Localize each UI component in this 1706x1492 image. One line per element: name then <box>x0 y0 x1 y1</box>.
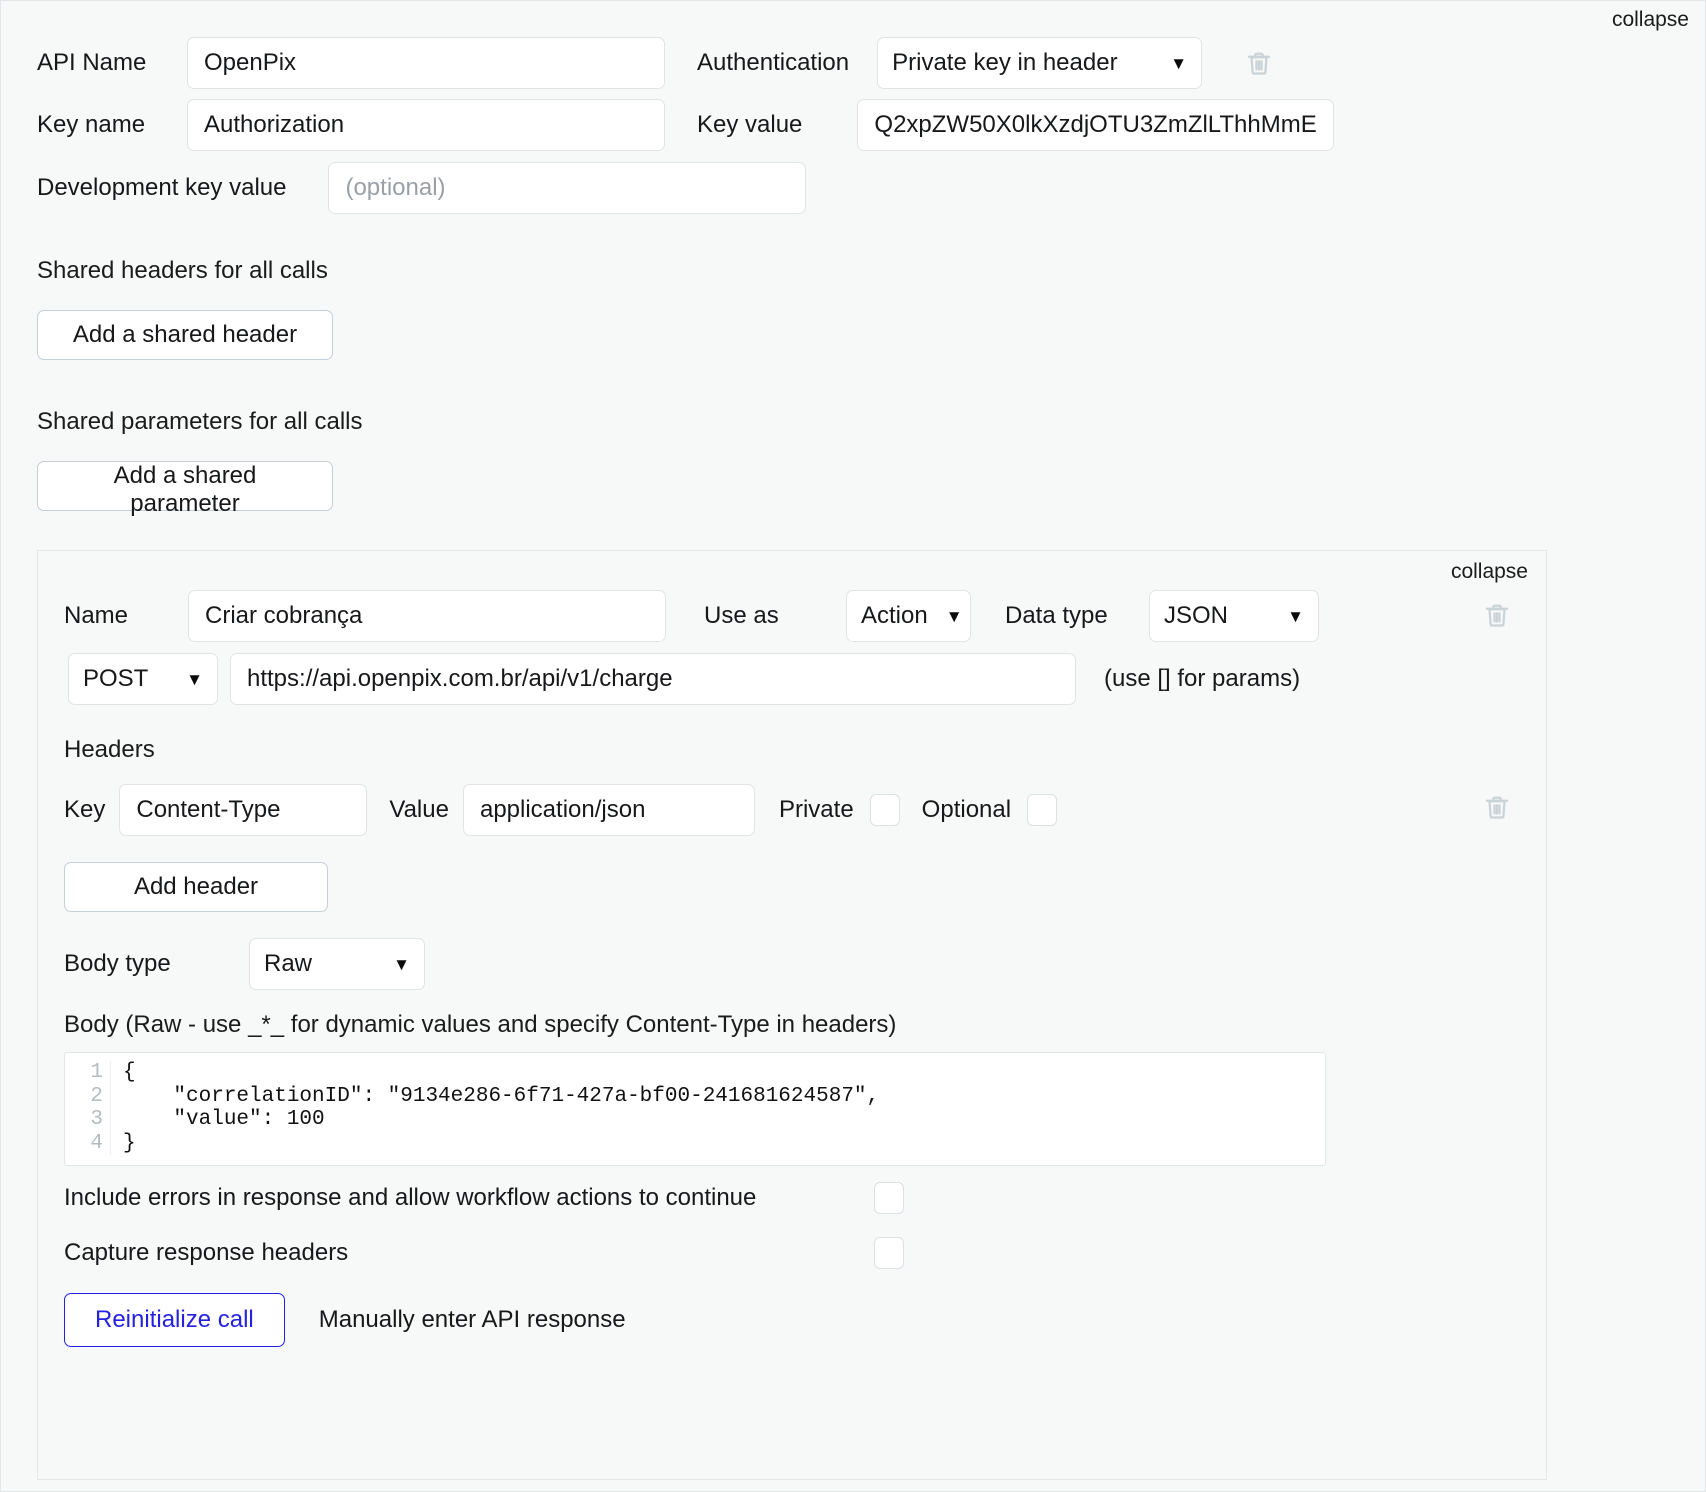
capture-headers-row: Capture response headers <box>64 1237 904 1269</box>
key-name-row: Key name <box>37 99 665 151</box>
use-as-select-value: Action <box>861 602 928 630</box>
delete-header-trash-icon[interactable] <box>1482 791 1512 823</box>
use-as-label: Use as <box>704 602 828 630</box>
call-collapse-link[interactable]: collapse <box>1451 559 1528 584</box>
include-errors-checkbox[interactable] <box>874 1182 904 1214</box>
header-key-label: Key <box>64 796 105 824</box>
url-params-hint: (use [] for params) <box>1104 665 1300 693</box>
header-optional-label: Optional <box>922 796 1011 824</box>
api-name-row: API Name <box>37 37 665 89</box>
header-private-label: Private <box>779 796 854 824</box>
capture-headers-label: Capture response headers <box>64 1239 874 1267</box>
api-name-label: API Name <box>37 49 187 77</box>
header-value-label: Value <box>389 796 449 824</box>
header-key-input[interactable] <box>119 784 367 836</box>
call-url-input[interactable] <box>230 653 1076 705</box>
key-value-input[interactable] <box>857 99 1334 151</box>
call-footer: Reinitialize call Manually enter API res… <box>64 1293 626 1347</box>
data-type-label: Data type <box>1005 602 1129 630</box>
add-shared-header-button[interactable]: Add a shared header <box>37 310 333 360</box>
data-type-select[interactable]: JSON ▼ <box>1149 590 1319 642</box>
chevron-down-icon: ▼ <box>928 608 963 625</box>
reinitialize-call-button[interactable]: Reinitialize call <box>64 1293 285 1347</box>
header-value-input[interactable] <box>463 784 755 836</box>
shared-headers-title: Shared headers for all calls <box>37 257 328 285</box>
api-configuration-panel: collapse API Name Authentication Private… <box>0 0 1706 1492</box>
key-name-input[interactable] <box>187 99 665 151</box>
authentication-select-value: Private key in header <box>892 49 1117 77</box>
http-method-select[interactable]: POST ▼ <box>68 653 218 705</box>
chevron-down-icon: ▼ <box>168 671 203 688</box>
authentication-label: Authentication <box>697 49 849 77</box>
call-url-row: POST ▼ (use [] for params) <box>68 653 1300 705</box>
call-name-label: Name <box>64 602 188 630</box>
add-header-button[interactable]: Add header <box>64 862 328 912</box>
api-call-panel: collapse Name Use as Action ▼ Data type … <box>37 550 1547 1480</box>
body-code-editor[interactable]: 1 2 3 4 { "correlationID": "9134e286-6f7… <box>64 1052 1326 1166</box>
header-row: Key Value Private Optional <box>64 784 1057 836</box>
chevron-down-icon: ▼ <box>375 956 410 973</box>
add-shared-parameter-button[interactable]: Add a shared parameter <box>37 461 333 511</box>
api-name-input[interactable] <box>187 37 665 89</box>
development-key-input[interactable] <box>328 162 806 214</box>
use-as-select[interactable]: Action ▼ <box>846 590 971 642</box>
header-private-checkbox[interactable] <box>870 794 900 826</box>
manual-api-response-link[interactable]: Manually enter API response <box>319 1306 626 1334</box>
chevron-down-icon: ▼ <box>1152 55 1187 72</box>
header-optional-checkbox[interactable] <box>1027 794 1057 826</box>
shared-parameters-title: Shared parameters for all calls <box>37 408 362 436</box>
include-errors-row: Include errors in response and allow wor… <box>64 1182 904 1214</box>
code-line-numbers: 1 2 3 4 <box>65 1061 111 1155</box>
body-type-select[interactable]: Raw ▼ <box>249 938 425 990</box>
call-name-row: Name Use as Action ▼ Data type JSON ▼ <box>64 590 1319 642</box>
chevron-down-icon: ▼ <box>1269 608 1304 625</box>
key-name-label: Key name <box>37 111 187 139</box>
code-content[interactable]: { "correlationID": "9134e286-6f71-427a-b… <box>111 1061 1325 1155</box>
body-type-row: Body type Raw ▼ <box>64 938 425 990</box>
key-value-row: Key value <box>697 99 1334 151</box>
authentication-row: Authentication Private key in header ▼ <box>697 37 1274 89</box>
api-collapse-link[interactable]: collapse <box>1612 7 1689 32</box>
body-section-label: Body (Raw - use _*_ for dynamic values a… <box>64 1011 896 1039</box>
development-key-row: Development key value <box>37 162 806 214</box>
capture-response-headers-checkbox[interactable] <box>874 1237 904 1269</box>
authentication-select[interactable]: Private key in header ▼ <box>877 37 1202 89</box>
call-name-input[interactable] <box>188 590 666 642</box>
development-key-label: Development key value <box>37 174 286 202</box>
delete-api-trash-icon[interactable] <box>1244 47 1274 79</box>
body-type-select-value: Raw <box>264 950 312 978</box>
key-value-label: Key value <box>697 111 802 139</box>
body-type-label: Body type <box>64 950 249 978</box>
delete-call-trash-icon[interactable] <box>1482 599 1512 631</box>
data-type-select-value: JSON <box>1164 602 1228 630</box>
http-method-value: POST <box>83 665 148 693</box>
headers-section-title: Headers <box>64 736 155 764</box>
include-errors-label: Include errors in response and allow wor… <box>64 1184 874 1212</box>
